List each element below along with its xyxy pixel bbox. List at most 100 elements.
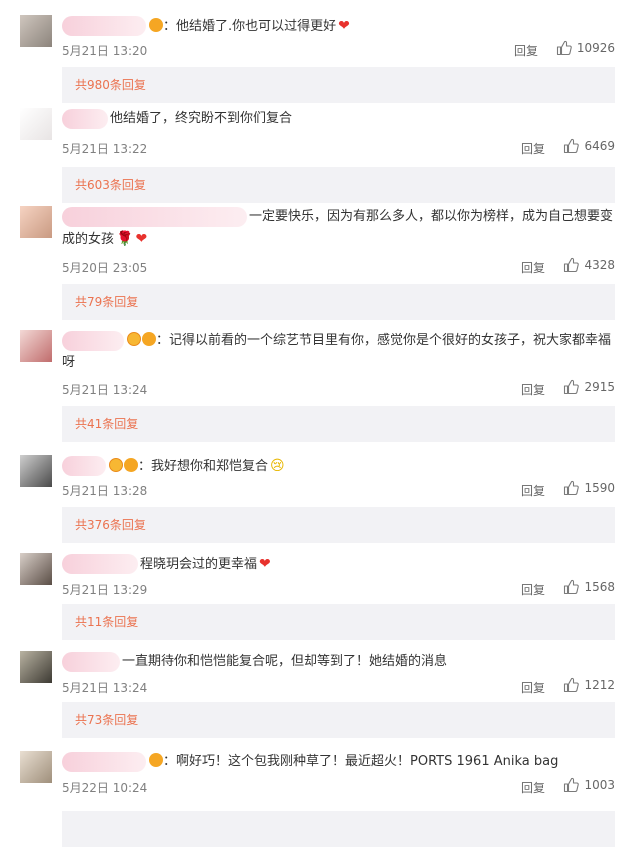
comment-body: 他结婚了，终究盼不到你们复合 — [110, 108, 615, 130]
view-replies-link[interactable]: 共79条回复 — [75, 284, 138, 320]
avatar[interactable] — [20, 455, 52, 487]
username-obscured[interactable] — [62, 554, 138, 574]
username-obscured[interactable] — [62, 752, 146, 772]
reply-button[interactable]: 回复 — [514, 42, 538, 59]
comment-timestamp: 5月21日 13:24 — [62, 681, 148, 695]
reply-button[interactable]: 回复 — [521, 581, 545, 598]
heart-emoji-icon: ❤ — [259, 556, 271, 572]
reply-button[interactable]: 回复 — [521, 140, 545, 157]
view-replies-link[interactable]: 共11条回复 — [75, 604, 138, 640]
comment-item: 一直期待你和恺恺能复合呢，但却等到了！她结婚的消息 5月21日 13:24 回复 12… — [0, 651, 635, 738]
replies-panel: 共603条回复 — [62, 167, 615, 203]
heart-emoji-icon: ❤ — [135, 231, 148, 247]
thumbs-up-icon — [563, 138, 580, 154]
like-count: 1003 — [584, 778, 615, 792]
comment-item: ：记得以前看的一个综艺节目里有你，感觉你是个很好的女孩子，祝大家都幸福呀 5月21… — [0, 326, 635, 442]
avatar[interactable] — [20, 553, 52, 585]
replies-panel: 共73条回复 — [62, 702, 615, 738]
avatar-image — [20, 330, 52, 362]
replies-panel: 共980条回复 — [62, 67, 615, 103]
thumbs-up-icon — [563, 379, 580, 395]
like-count: 10926 — [576, 41, 615, 55]
avatar-image — [20, 455, 52, 487]
view-replies-link[interactable]: 共73条回复 — [75, 702, 138, 738]
comment-timestamp: 5月21日 13:24 — [62, 383, 148, 397]
comment-text: 一直期待你和恺恺能复合呢，但却等到了！她结婚的消息 — [122, 654, 448, 669]
reply-button[interactable]: 回复 — [521, 381, 545, 398]
comment-item: 他结婚了，终究盼不到你们复合 5月21日 13:22 回复 6469 共603条回复 — [0, 108, 635, 203]
reply-button[interactable]: 回复 — [521, 259, 545, 276]
like-count: 1568 — [584, 580, 615, 594]
comment-colon: ： — [156, 333, 170, 348]
username-obscured[interactable] — [62, 16, 146, 36]
comment-body: 一定要快乐，因为有那么多人，都以你为榜样，成为自己想要变成的女孩 🌹 ❤ — [62, 206, 615, 251]
thumbs-up-icon — [563, 777, 580, 793]
comment-text: 他结婚了，终究盼不到你们复合 — [110, 111, 293, 126]
rose-emoji-icon: 🌹 — [116, 231, 134, 247]
avatar-image — [20, 553, 52, 585]
comment-colon: ： — [163, 19, 177, 34]
crying-emoji-icon: 😢 — [270, 458, 285, 474]
like-button[interactable]: 1568 — [563, 579, 615, 595]
avatar[interactable] — [20, 15, 52, 47]
comment-item: ：我好想你和郑恺复合 😢 5月21日 13:28 回复 1590 共376条回复 — [0, 455, 635, 543]
like-button[interactable]: 1590 — [563, 480, 615, 496]
comment-timestamp: 5月21日 13:29 — [62, 583, 148, 597]
reply-button[interactable]: 回复 — [521, 679, 545, 696]
comment-colon: ： — [138, 459, 152, 474]
avatar[interactable] — [20, 108, 52, 140]
verified-badge-icon — [127, 332, 141, 346]
member-crown-icon — [142, 332, 156, 346]
thumbs-up-icon — [563, 257, 580, 273]
reply-button[interactable]: 回复 — [521, 779, 545, 796]
comment-timestamp: 5月22日 10:24 — [62, 781, 148, 795]
replies-panel: 共376条回复 — [62, 507, 615, 543]
replies-panel — [62, 811, 615, 847]
like-button[interactable]: 2915 — [563, 379, 615, 395]
view-replies-link[interactable]: 共376条回复 — [75, 507, 146, 543]
view-replies-link[interactable]: 共603条回复 — [75, 167, 146, 203]
like-count: 6469 — [584, 139, 615, 153]
member-crown-icon — [149, 18, 163, 32]
like-button[interactable]: 10926 — [556, 40, 615, 56]
comment-list: ：他结婚了.你也可以过得更好 ❤ 5月21日 13:20 回复 10926 共980条回复… — [0, 0, 635, 847]
like-button[interactable]: 1003 — [563, 777, 615, 793]
avatar-image — [20, 751, 52, 783]
comment-text: 他结婚了.你也可以过得更好 — [176, 19, 337, 34]
comment-item: ：他结婚了.你也可以过得更好 ❤ 5月21日 13:20 回复 10926 共980条回复 — [0, 8, 635, 103]
like-button[interactable]: 6469 — [563, 138, 615, 154]
comment-timestamp: 5月21日 13:28 — [62, 484, 148, 498]
comment-body: ：我好想你和郑恺复合 😢 — [108, 455, 615, 478]
comment-body: ：记得以前看的一个综艺节目里有你，感觉你是个很好的女孩子，祝大家都幸福呀 — [62, 330, 615, 374]
comment-colon: ： — [163, 754, 177, 769]
like-count: 2915 — [584, 380, 615, 394]
avatar-image — [20, 651, 52, 683]
member-crown-icon — [149, 753, 163, 767]
like-count: 1212 — [584, 678, 615, 692]
view-replies-link[interactable]: 共980条回复 — [75, 67, 146, 103]
verified-badge-icon — [109, 458, 123, 472]
heart-emoji-icon: ❤ — [338, 18, 350, 34]
like-button[interactable]: 4328 — [563, 257, 615, 273]
like-count: 4328 — [584, 258, 615, 272]
comment-text: 程晓玥会过的更幸福 — [140, 557, 258, 572]
thumbs-up-icon — [563, 579, 580, 595]
reply-button[interactable]: 回复 — [521, 482, 545, 499]
avatar[interactable] — [20, 206, 52, 238]
avatar[interactable] — [20, 651, 52, 683]
comment-timestamp: 5月21日 13:20 — [62, 44, 148, 58]
avatar-image — [20, 108, 52, 140]
comment-text: 啊好巧！这个包我刚种草了！最近超火！PORTS 1961 Anika bag — [176, 754, 559, 769]
username-obscured[interactable] — [62, 652, 120, 672]
avatar[interactable] — [20, 751, 52, 783]
view-replies-link[interactable]: 共41条回复 — [75, 406, 138, 442]
comment-body: 一直期待你和恺恺能复合呢，但却等到了！她结婚的消息 — [122, 651, 615, 673]
username-obscured[interactable] — [62, 456, 106, 476]
like-button[interactable]: 1212 — [563, 677, 615, 693]
avatar[interactable] — [20, 330, 52, 362]
comment-item: 一定要快乐，因为有那么多人，都以你为榜样，成为自己想要变成的女孩 🌹 ❤ 5月20日 … — [0, 202, 635, 320]
username-obscured[interactable] — [62, 109, 108, 129]
comment-timestamp: 5月21日 13:22 — [62, 142, 148, 156]
thumbs-up-icon — [563, 677, 580, 693]
replies-panel: 共11条回复 — [62, 604, 615, 640]
